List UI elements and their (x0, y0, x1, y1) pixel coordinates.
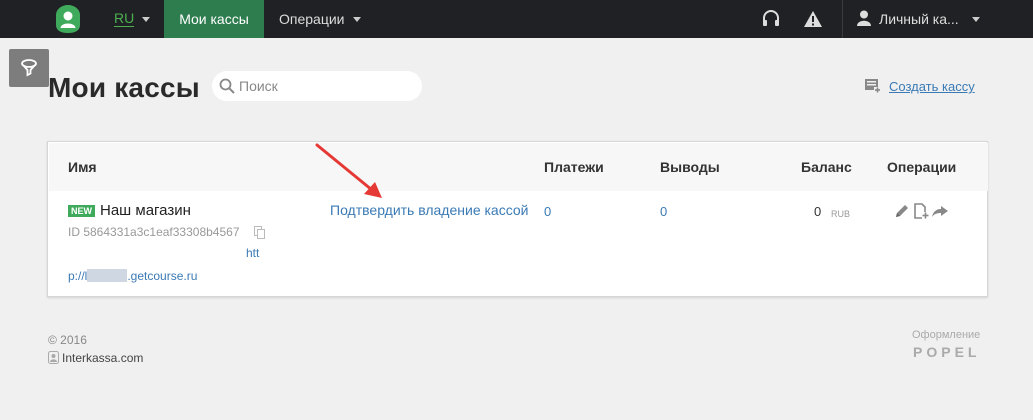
share-arrow-icon[interactable] (932, 203, 948, 219)
search-input[interactable] (239, 71, 414, 101)
logo-icon[interactable] (56, 5, 80, 33)
search-icon (219, 78, 235, 94)
copy-icon[interactable] (254, 226, 265, 239)
user-menu[interactable]: Личный ка... (879, 0, 959, 38)
page-title: Мои кассы (48, 72, 200, 103)
redacted-block (87, 269, 128, 282)
register-name[interactable]: Наш магазин (100, 202, 191, 219)
interkassa-link[interactable]: Interkassa.com (62, 351, 143, 365)
edit-icon[interactable] (894, 203, 910, 219)
annotation-arrow (315, 143, 382, 198)
user-icon (857, 10, 871, 26)
chevron-down-icon (142, 17, 150, 22)
register-url-suffix[interactable]: .getcourse.ru (127, 269, 197, 283)
column-header-withdrawals: Выводы (660, 159, 720, 175)
nav-operations[interactable]: Операции (279, 0, 345, 38)
balance-value: 0 (814, 204, 822, 219)
withdrawals-count[interactable]: 0 (660, 204, 667, 219)
create-register-link[interactable]: Создать кассу (889, 79, 975, 94)
chevron-down-icon (353, 17, 361, 22)
register-id: ID 5864331a3c1eaf33308b4567 (68, 225, 240, 239)
document-icon[interactable] (913, 203, 929, 219)
design-credit-label: Оформление (912, 329, 981, 341)
top-navbar: RU Мои кассы Операции Личный ка... (0, 0, 1033, 38)
column-header-operations: Операции (887, 159, 957, 175)
balance-currency: RUB (831, 209, 851, 219)
search-box[interactable] (212, 71, 422, 101)
headset-icon[interactable] (761, 9, 781, 29)
navbar-divider (842, 0, 843, 38)
design-credit-brand[interactable]: POPEL (913, 344, 980, 360)
language-selector[interactable]: RU (114, 10, 135, 27)
new-badge: NEW (68, 205, 95, 217)
nav-my-registers[interactable]: Мои кассы (164, 0, 264, 38)
chevron-down-icon (972, 17, 980, 22)
warning-icon[interactable] (803, 9, 823, 29)
filter-button[interactable] (9, 49, 49, 87)
column-header-balance: Баланс (801, 159, 852, 175)
register-url-prefix[interactable]: p://l (68, 269, 87, 283)
column-header-payments: Платежи (544, 159, 604, 175)
create-register-icon[interactable] (865, 79, 881, 93)
interkassa-icon (48, 351, 59, 364)
copyright: © 2016 (48, 333, 87, 347)
register-url-part1[interactable]: htt (246, 246, 259, 260)
column-header-name: Имя (68, 159, 97, 175)
register-url[interactable]: p://l .getcourse.ru (68, 269, 197, 283)
payments-count[interactable]: 0 (544, 204, 551, 219)
filter-icon (21, 59, 37, 77)
